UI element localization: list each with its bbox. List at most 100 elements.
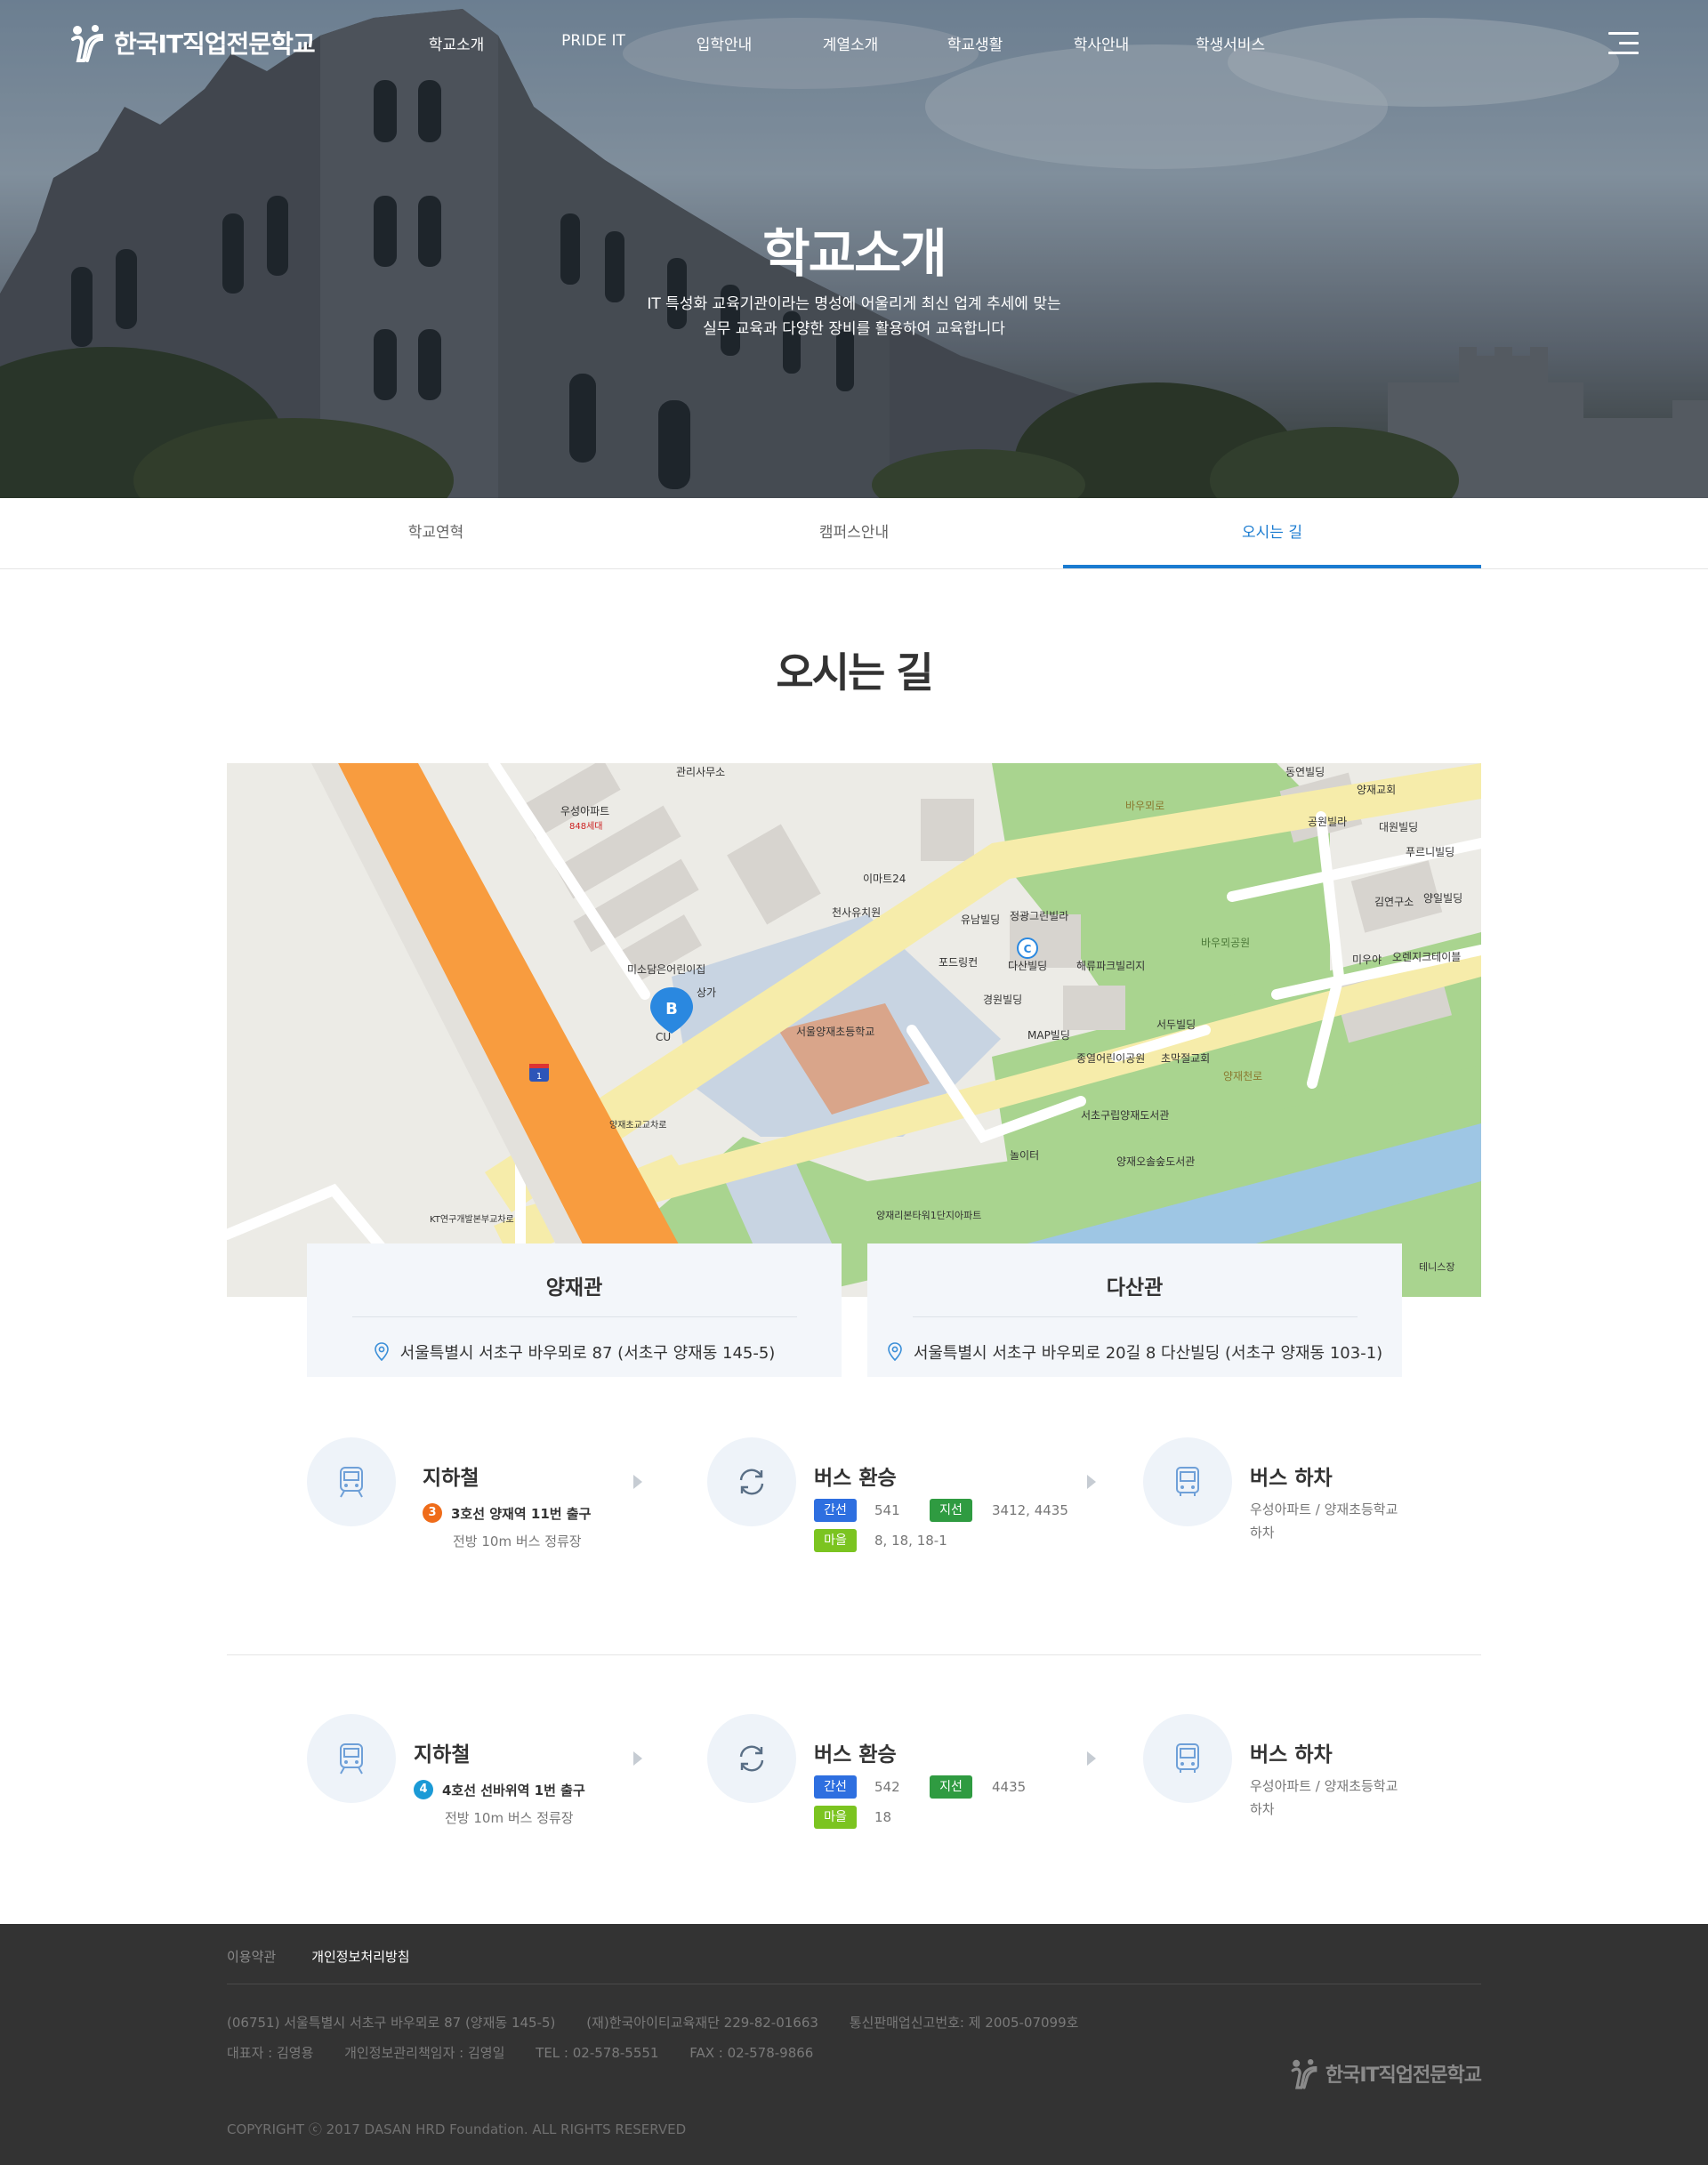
privacy-policy-link[interactable]: 개인정보처리방침: [311, 1947, 409, 1966]
svg-text:848세대: 848세대: [569, 821, 603, 832]
location-map[interactable]: 1 B C 우성아파트 848세대 관리사무소 이마트24 천사유치원 유남빌딩…: [227, 763, 1481, 1297]
subway-train-icon: [340, 1467, 363, 1498]
svg-text:서초구립양재도서관: 서초구립양재도서관: [1081, 1109, 1169, 1122]
logo-icon: [1291, 2059, 1317, 2089]
location-pin-icon: [888, 1342, 902, 1362]
subway-station: 4 4호선 선바위역 1번 출구: [414, 1780, 585, 1799]
address-text: 서울특별시 서초구 바우뫼로 20길 8 다산빌딩 (서초구 양재동 103-1…: [913, 1344, 1383, 1363]
tab-history[interactable]: 학교연혁: [227, 498, 645, 568]
getoff-line1: 우성아파트 / 양재초등학교: [1250, 1501, 1398, 1517]
footer-logo[interactable]: 한국IT직업전문학교: [1290, 2057, 1482, 2089]
svg-text:양재오솔숲도서관: 양재오솔숲도서관: [1116, 1155, 1195, 1168]
bus-icon-circle: [1143, 1437, 1232, 1526]
bus-trunk-row: 간선 542 지선 4435: [814, 1775, 1026, 1799]
svg-text:공원빌라: 공원빌라: [1308, 816, 1347, 828]
svg-text:종열어린이공원: 종열어린이공원: [1076, 1052, 1145, 1065]
svg-text:양재리본타워1단지아파트: 양재리본타워1단지아파트: [876, 1210, 981, 1221]
getoff-title: 버스 하차: [1250, 1467, 1333, 1490]
campus-name: 다산관: [1106, 1276, 1164, 1300]
svg-text:B: B: [665, 1000, 678, 1018]
route-option-2: 지하철 4 4호선 선바위역 1번 출구 전방 10m 버스 정류장 버스 환승…: [227, 1700, 1481, 1904]
site-logo[interactable]: 한국IT직업전문학교: [69, 23, 316, 62]
svg-text:양재교회: 양재교회: [1357, 784, 1396, 796]
nav-item-about[interactable]: 학교소개: [407, 32, 505, 54]
footer-links: 이용약관 개인정보처리방침: [227, 1947, 410, 1966]
bus-village-row: 마을 8, 18, 18-1: [814, 1529, 947, 1552]
trunk-bus-numbers: 541: [874, 1502, 900, 1518]
footer-sales-reg: 통신판매업신고번호: 제 2005-07099호: [849, 2015, 1079, 2031]
svg-text:놀이터: 놀이터: [1010, 1149, 1039, 1162]
nav-item-academics[interactable]: 학사안내: [1048, 32, 1155, 54]
map-marker-c-icon[interactable]: C: [1017, 938, 1038, 959]
subway-icon-circle: [307, 1714, 396, 1803]
arrow-right-icon: [1087, 1751, 1096, 1766]
subway-note: 전방 10m 버스 정류장: [445, 1810, 574, 1826]
getoff-line1: 우성아파트 / 양재초등학교: [1250, 1778, 1398, 1794]
page-title: 오시는 길: [776, 648, 933, 696]
trunk-bus-tag: 간선: [814, 1775, 857, 1799]
village-bus-tag: 마을: [814, 1529, 857, 1552]
hero-desc-line1: IT 특성화 교육기관이라는 명성에 어울리게 최신 업계 추세에 맞는: [647, 295, 1061, 313]
sub-tabs: 학교연혁 캠퍼스안내 오시는 길: [0, 498, 1708, 569]
subway-icon-circle: [307, 1437, 396, 1526]
hamburger-menu-icon[interactable]: [1608, 32, 1639, 55]
site-footer: 이용약관 개인정보처리방침 (06751) 서울특별시 서초구 바우뫼로 87 …: [0, 1924, 1708, 2165]
footer-tel: TEL : 02-578-5551: [536, 2045, 659, 2061]
village-bus-numbers: 8, 18, 18-1: [874, 1533, 947, 1549]
svg-text:바우뫼로: 바우뫼로: [1125, 800, 1164, 812]
main-nav: 학교소개 PRIDE IT 입학안내 계열소개 학교생활 학사안내 학생서비스: [407, 32, 1288, 54]
hero-desc-line2: 실무 교육과 다양한 장비를 활용하여 교육합니다: [703, 320, 1005, 338]
hero-banner: 한국IT직업전문학교 학교소개 PRIDE IT 입학안내 계열소개 학교생활 …: [0, 0, 1708, 498]
transfer-icon-circle: [707, 1714, 796, 1803]
trunk-bus-numbers: 542: [874, 1779, 900, 1795]
svg-text:관리사무소: 관리사무소: [676, 766, 725, 778]
line-3-badge: 3: [423, 1503, 442, 1523]
svg-text:미우야: 미우야: [1352, 954, 1382, 966]
nav-item-student-service[interactable]: 학생서비스: [1172, 32, 1288, 54]
svg-text:경원빌딩: 경원빌딩: [983, 994, 1022, 1006]
divider: [351, 1316, 797, 1317]
footer-fax: FAX : 02-578-9866: [689, 2045, 814, 2061]
transfer-icon-circle: [707, 1437, 796, 1526]
arrow-right-icon: [1087, 1475, 1096, 1489]
transfer-title: 버스 환승: [814, 1467, 897, 1490]
subway-train-icon: [340, 1743, 363, 1775]
svg-text:이마트24: 이마트24: [863, 873, 906, 885]
svg-text:초막절교회: 초막절교회: [1161, 1052, 1210, 1065]
footer-copyright: COPYRIGHT ⓒ 2017 DASAN HRD Foundation. A…: [227, 2121, 687, 2137]
branch-bus-tag: 지선: [930, 1775, 972, 1799]
svg-text:KT연구개발본부교차로: KT연구개발본부교차로: [430, 1214, 514, 1225]
getoff-note: 우성아파트 / 양재초등학교 하차: [1250, 1775, 1398, 1821]
svg-text:정광그린빌라: 정광그린빌라: [1010, 910, 1068, 922]
branch-bus-numbers: 3412, 4435: [992, 1502, 1068, 1518]
tab-campus[interactable]: 캠퍼스안내: [645, 498, 1063, 568]
route-divider: [227, 1654, 1481, 1655]
station-text: 4호선 선바위역 1번 출구: [442, 1782, 585, 1799]
svg-text:김연구소: 김연구소: [1374, 896, 1414, 908]
logo-text: 한국IT직업전문학교: [114, 29, 316, 59]
branch-bus-tag: 지선: [930, 1499, 972, 1522]
nav-item-departments[interactable]: 계열소개: [797, 32, 904, 54]
trunk-bus-tag: 간선: [814, 1499, 857, 1522]
tab-directions[interactable]: 오시는 길: [1063, 498, 1481, 568]
nav-item-school-life[interactable]: 학교생활: [922, 32, 1028, 54]
footer-address: (06751) 서울특별시 서초구 바우뫼로 87 (양재동 145-5): [227, 2015, 556, 2031]
bus-icon: [1176, 1467, 1199, 1496]
footer-privacy-officer: 개인정보관리책임자 : 김영일: [344, 2045, 505, 2061]
hero-title: 학교소개: [762, 223, 947, 284]
logo-icon: [71, 25, 103, 62]
nav-item-pride[interactable]: PRIDE IT: [527, 32, 660, 54]
arrow-right-icon: [633, 1751, 642, 1766]
svg-text:CU: CU: [656, 1031, 671, 1043]
terms-link[interactable]: 이용약관: [227, 1947, 276, 1966]
bus-icon: [1176, 1743, 1199, 1773]
nav-item-admission[interactable]: 입학안내: [671, 32, 777, 54]
svg-text:양일빌딩: 양일빌딩: [1423, 892, 1462, 905]
subway-title: 지하철: [423, 1467, 479, 1490]
footer-foundation: (재)한국아이티교육재단 229-82-01663: [586, 2015, 818, 2031]
divider: [912, 1316, 1358, 1317]
svg-text:동연빌딩: 동연빌딩: [1285, 766, 1325, 778]
svg-text:미소담은어린이집: 미소담은어린이집: [627, 963, 705, 976]
top-navigation-bar: 한국IT직업전문학교 학교소개 PRIDE IT 입학안내 계열소개 학교생활 …: [0, 0, 1708, 89]
getoff-title: 버스 하차: [1250, 1743, 1333, 1767]
